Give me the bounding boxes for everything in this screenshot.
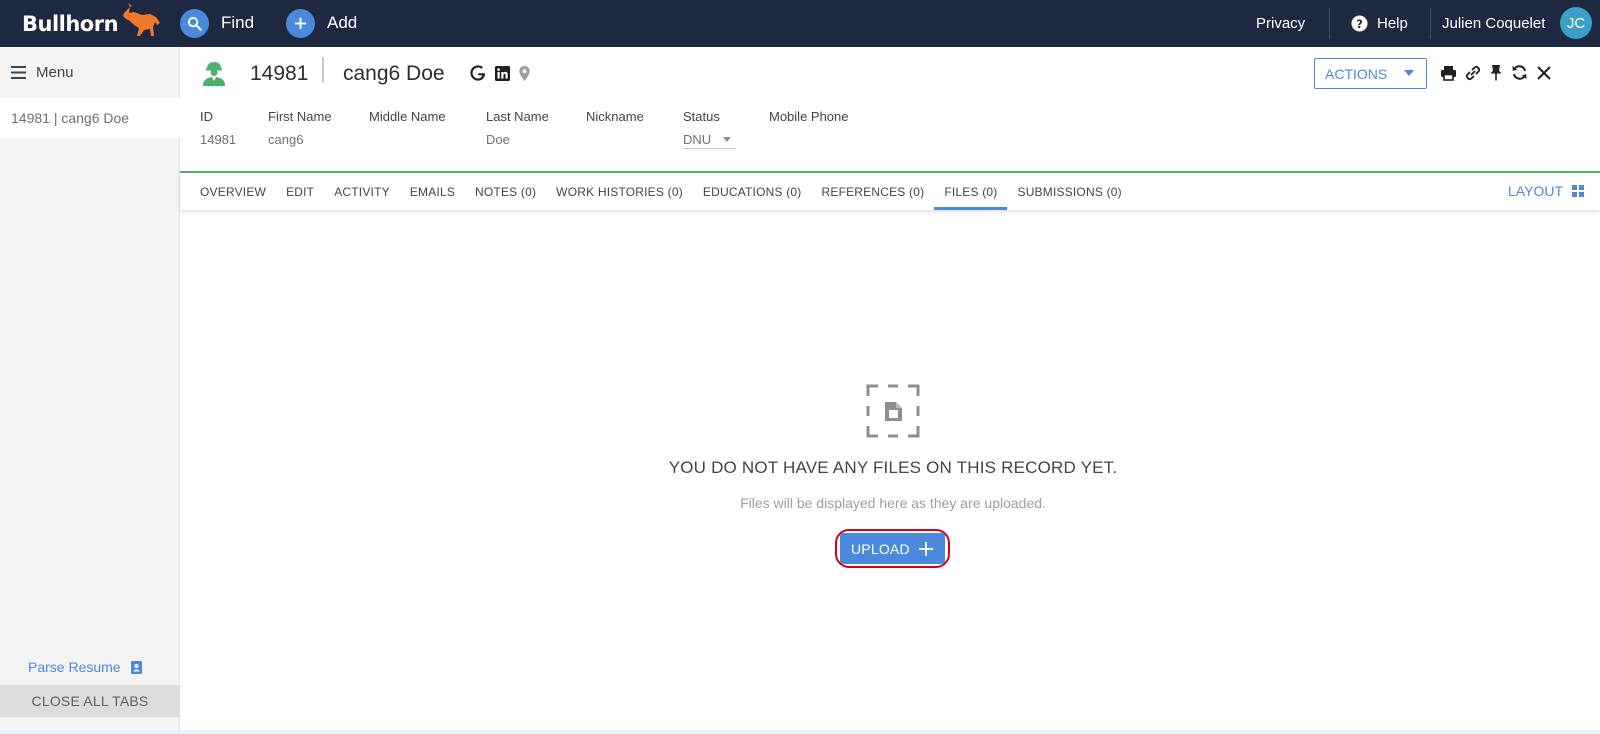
find-button[interactable]: Find	[180, 8, 254, 38]
plus-icon	[286, 8, 315, 38]
layout-label: LAYOUT	[1508, 183, 1563, 199]
tab-educations[interactable]: EDUCATIONS (0)	[693, 173, 812, 210]
resume-icon	[130, 660, 142, 674]
tab-notes[interactable]: NOTES (0)	[465, 173, 546, 210]
record-name-heading: cang6 Doe	[343, 62, 445, 85]
tab-work-histories[interactable]: WORK HISTORIES (0)	[546, 173, 693, 210]
sidebar: Menu 14981 | cang6 Doe Parse Resume CLOS…	[0, 47, 180, 734]
hamburger-icon	[11, 66, 26, 79]
field-middle-name-value[interactable]	[369, 132, 446, 149]
field-middle-name-label: Middle Name	[369, 109, 446, 124]
refresh-icon[interactable]	[1511, 64, 1528, 81]
help-label: Help	[1377, 15, 1408, 32]
privacy-link[interactable]: Privacy	[1256, 0, 1305, 47]
pushpin-icon[interactable]	[1489, 64, 1503, 81]
status-select[interactable]: DNU	[683, 132, 736, 149]
chevron-down-icon	[723, 137, 732, 142]
record-header: 14981 cang6 Doe ACTIONS ID 14981 First N…	[180, 47, 1600, 173]
record-toolbar	[1440, 64, 1552, 81]
actions-dropdown[interactable]: ACTIONS	[1314, 58, 1427, 89]
field-last-name-value[interactable]: Doe	[486, 132, 549, 149]
bull-icon	[123, 3, 161, 36]
link-icon[interactable]	[1465, 65, 1481, 81]
field-first-name: First Name cang6	[268, 109, 332, 149]
upload-button[interactable]: UPLOAD	[840, 533, 945, 564]
field-first-name-label: First Name	[268, 109, 332, 124]
field-id: ID 14981	[200, 109, 236, 149]
field-middle-name: Middle Name	[369, 109, 446, 149]
field-mobile-phone-label: Mobile Phone	[769, 109, 849, 124]
status-value: DNU	[683, 132, 712, 147]
menu-button[interactable]: Menu	[0, 47, 180, 98]
field-first-name-value[interactable]: cang6	[268, 132, 332, 149]
search-icon	[180, 8, 209, 38]
parse-resume-label: Parse Resume	[28, 659, 121, 675]
record-tabs: OVERVIEW EDIT ACTIVITY EMAILS NOTES (0) WORK …	[190, 173, 1132, 210]
top-navigation-bar: Bullhorn Find Add Privacy ? Help Julien …	[0, 0, 1600, 47]
field-mobile-phone-value[interactable]	[769, 132, 849, 149]
field-last-name-label: Last Name	[486, 109, 549, 124]
field-nickname-value[interactable]	[586, 132, 644, 149]
tab-activity[interactable]: ACTIVITY	[324, 173, 400, 210]
tab-overview[interactable]: OVERVIEW	[190, 173, 276, 210]
file-placeholder-icon	[866, 384, 920, 438]
record-quick-icons	[470, 65, 530, 81]
logo-text: Bullhorn	[22, 12, 119, 36]
actions-label: ACTIONS	[1325, 65, 1388, 82]
empty-state-subtitle: Files will be displayed here as they are…	[740, 495, 1046, 511]
close-all-tabs-button[interactable]: CLOSE ALL TABS	[0, 685, 180, 717]
field-id-label: ID	[200, 109, 213, 124]
header-separator	[322, 57, 324, 83]
tab-submissions[interactable]: SUBMISSIONS (0)	[1007, 173, 1131, 210]
tab-edit[interactable]: EDIT	[276, 173, 324, 210]
menu-label: Menu	[36, 64, 74, 81]
bullhorn-logo[interactable]: Bullhorn	[22, 3, 162, 40]
user-name[interactable]: Julien Coquelet	[1442, 0, 1545, 47]
topbar-divider	[1430, 8, 1431, 39]
find-label: Find	[221, 13, 255, 32]
bottom-edge	[0, 730, 1600, 734]
empty-state-title: YOU DO NOT HAVE ANY FILES ON THIS RECORD…	[668, 458, 1118, 477]
close-icon[interactable]	[1536, 65, 1552, 81]
help-button[interactable]: ? Help	[1351, 0, 1408, 47]
layout-button[interactable]: LAYOUT	[1508, 183, 1584, 199]
chevron-down-icon	[1404, 70, 1414, 76]
field-status: Status DNU	[683, 109, 736, 149]
google-icon[interactable]	[470, 65, 486, 81]
field-last-name: Last Name Doe	[486, 109, 549, 149]
field-nickname: Nickname	[586, 109, 644, 149]
tab-emails[interactable]: EMAILS	[400, 173, 465, 210]
upload-label: UPLOAD	[851, 540, 910, 557]
field-id-value: 14981	[200, 132, 237, 147]
open-record-tab[interactable]: 14981 | cang6 Doe	[0, 98, 180, 138]
field-status-label: Status	[683, 109, 720, 124]
field-nickname-label: Nickname	[586, 109, 644, 124]
tab-files[interactable]: FILES (0)	[934, 173, 1008, 210]
avatar[interactable]: JC	[1560, 7, 1592, 39]
record-id-heading: 14981	[250, 62, 309, 85]
topbar-divider	[1329, 8, 1330, 39]
add-label: Add	[327, 13, 358, 32]
record-tabs-bar: OVERVIEW EDIT ACTIVITY EMAILS NOTES (0) WORK …	[180, 171, 1600, 210]
question-circle-icon: ?	[1351, 15, 1368, 32]
printer-icon[interactable]	[1440, 65, 1457, 81]
person-icon	[203, 62, 225, 86]
grid-icon	[1572, 185, 1584, 197]
tab-references[interactable]: REFERENCES (0)	[812, 173, 935, 210]
parse-resume-link[interactable]: Parse Resume	[28, 659, 142, 675]
plus-icon	[919, 542, 933, 556]
add-button[interactable]: Add	[286, 8, 357, 38]
field-mobile-phone: Mobile Phone	[769, 109, 849, 149]
map-pin-icon[interactable]	[519, 65, 530, 81]
linkedin-icon[interactable]	[495, 65, 510, 81]
svg-text:?: ?	[1356, 17, 1363, 31]
